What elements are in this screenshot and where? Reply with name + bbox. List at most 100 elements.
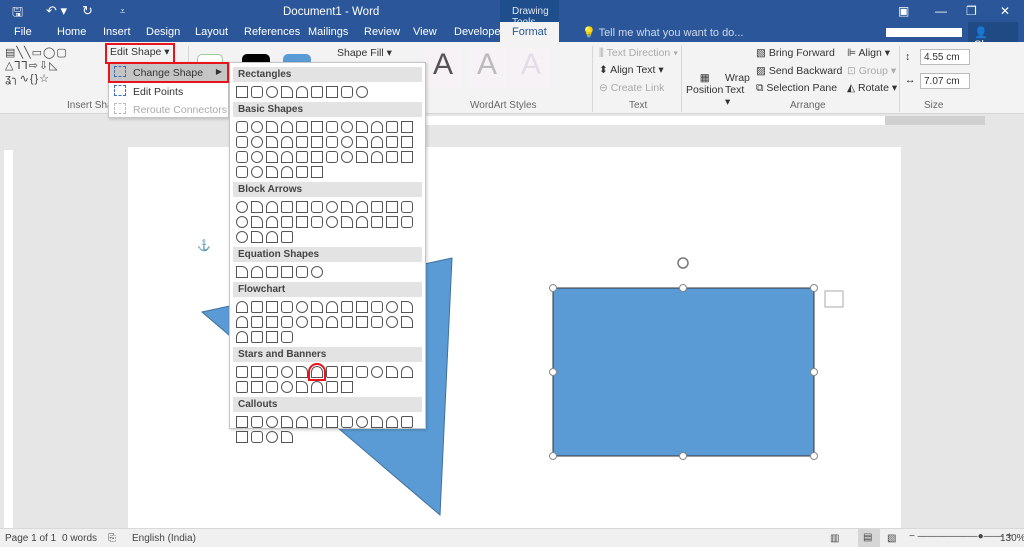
shape-option[interactable] bbox=[280, 315, 293, 328]
shape-option[interactable] bbox=[280, 230, 293, 243]
shape-option[interactable] bbox=[265, 215, 278, 228]
shape-option[interactable] bbox=[280, 415, 293, 428]
reroute-connectors-item[interactable]: Reroute Connectors bbox=[109, 100, 228, 119]
shape-option[interactable] bbox=[385, 135, 398, 148]
shape-option[interactable] bbox=[310, 85, 323, 98]
shape-option[interactable] bbox=[385, 215, 398, 228]
shape-option[interactable] bbox=[280, 430, 293, 443]
shape-option[interactable] bbox=[325, 120, 338, 133]
shape-option[interactable] bbox=[400, 150, 413, 163]
shape-option[interactable] bbox=[340, 215, 353, 228]
shape-option[interactable] bbox=[355, 315, 368, 328]
shape-option[interactable] bbox=[340, 85, 353, 98]
shape-option[interactable] bbox=[355, 85, 368, 98]
shape-option[interactable] bbox=[235, 165, 248, 178]
shape-option[interactable] bbox=[265, 230, 278, 243]
shape-option[interactable] bbox=[265, 415, 278, 428]
shape-option[interactable] bbox=[310, 380, 323, 393]
shape-option[interactable] bbox=[340, 150, 353, 163]
shape-option[interactable] bbox=[295, 165, 308, 178]
word-count[interactable]: 0 words bbox=[62, 533, 97, 544]
shape-option[interactable] bbox=[370, 365, 383, 378]
shape-option[interactable] bbox=[385, 300, 398, 313]
shape-option[interactable] bbox=[355, 365, 368, 378]
shape-option[interactable] bbox=[370, 200, 383, 213]
shape-option[interactable] bbox=[355, 120, 368, 133]
page-count[interactable]: Page 1 of 1 bbox=[5, 533, 56, 544]
shape-option[interactable] bbox=[280, 85, 293, 98]
shape-option[interactable] bbox=[295, 300, 308, 313]
shape-option[interactable] bbox=[340, 315, 353, 328]
shape-option[interactable] bbox=[370, 300, 383, 313]
shape-option[interactable] bbox=[325, 135, 338, 148]
shape-option[interactable] bbox=[340, 300, 353, 313]
shape-option[interactable] bbox=[325, 85, 338, 98]
shape-option[interactable] bbox=[295, 380, 308, 393]
shape-option[interactable] bbox=[280, 150, 293, 163]
shape-option[interactable] bbox=[265, 430, 278, 443]
shape-option[interactable] bbox=[250, 415, 263, 428]
shape-option[interactable] bbox=[250, 330, 263, 343]
shape-option[interactable] bbox=[235, 215, 248, 228]
shape-option[interactable] bbox=[265, 150, 278, 163]
shape-option[interactable] bbox=[340, 415, 353, 428]
shape-option[interactable] bbox=[310, 265, 323, 278]
shape-option[interactable] bbox=[340, 200, 353, 213]
shape-option[interactable] bbox=[355, 215, 368, 228]
shape-option[interactable] bbox=[280, 200, 293, 213]
shape-option[interactable] bbox=[325, 365, 338, 378]
shape-option[interactable] bbox=[250, 380, 263, 393]
shape-option[interactable] bbox=[235, 415, 248, 428]
shape-option[interactable] bbox=[235, 85, 248, 98]
shape-option[interactable] bbox=[355, 300, 368, 313]
shape-option[interactable] bbox=[265, 135, 278, 148]
shape-option[interactable] bbox=[385, 120, 398, 133]
shape-option[interactable] bbox=[250, 365, 263, 378]
shape-option[interactable] bbox=[340, 380, 353, 393]
shape-option[interactable] bbox=[355, 135, 368, 148]
shape-option[interactable] bbox=[250, 135, 263, 148]
shape-option[interactable] bbox=[340, 135, 353, 148]
shape-option[interactable] bbox=[400, 365, 413, 378]
shape-option[interactable] bbox=[295, 135, 308, 148]
shape-option[interactable] bbox=[235, 265, 248, 278]
shape-option[interactable] bbox=[385, 150, 398, 163]
shape-option[interactable] bbox=[400, 200, 413, 213]
shape-option[interactable] bbox=[355, 150, 368, 163]
shape-option[interactable] bbox=[250, 230, 263, 243]
shape-option[interactable] bbox=[265, 200, 278, 213]
rectangle-shape[interactable] bbox=[552, 287, 815, 457]
shape-option[interactable] bbox=[235, 200, 248, 213]
shape-option[interactable] bbox=[295, 265, 308, 278]
shape-option[interactable] bbox=[265, 165, 278, 178]
shape-option[interactable] bbox=[325, 315, 338, 328]
shape-option[interactable] bbox=[235, 430, 248, 443]
shape-option[interactable] bbox=[385, 315, 398, 328]
shape-option[interactable] bbox=[280, 265, 293, 278]
shape-option[interactable] bbox=[235, 150, 248, 163]
shape-option[interactable] bbox=[280, 365, 293, 378]
shape-option[interactable] bbox=[400, 415, 413, 428]
shape-option[interactable] bbox=[295, 415, 308, 428]
shape-option[interactable] bbox=[280, 300, 293, 313]
shape-option[interactable] bbox=[307, 362, 326, 381]
shape-option[interactable] bbox=[235, 230, 248, 243]
shape-option[interactable] bbox=[265, 265, 278, 278]
edit-points-item[interactable]: Edit Points bbox=[109, 82, 228, 101]
shape-option[interactable] bbox=[370, 315, 383, 328]
shape-option[interactable] bbox=[370, 415, 383, 428]
shape-option[interactable] bbox=[280, 330, 293, 343]
shape-option[interactable] bbox=[310, 200, 323, 213]
shape-option[interactable] bbox=[295, 120, 308, 133]
layout-options-icon[interactable] bbox=[824, 290, 844, 308]
shape-option[interactable] bbox=[235, 300, 248, 313]
shape-option[interactable] bbox=[400, 300, 413, 313]
rotate-handle-icon[interactable] bbox=[677, 257, 689, 269]
shape-option[interactable] bbox=[370, 215, 383, 228]
shape-option[interactable] bbox=[385, 415, 398, 428]
shape-option[interactable] bbox=[385, 200, 398, 213]
shape-option[interactable] bbox=[310, 215, 323, 228]
shape-option[interactable] bbox=[310, 315, 323, 328]
shape-option[interactable] bbox=[340, 120, 353, 133]
shape-option[interactable] bbox=[250, 430, 263, 443]
